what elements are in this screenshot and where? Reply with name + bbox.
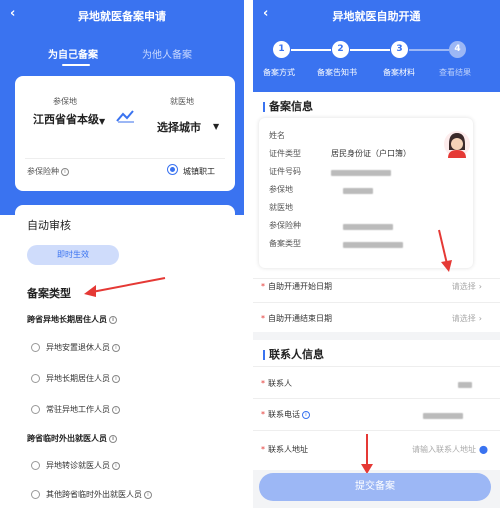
insurance-label: 参保险种 i (27, 166, 69, 177)
info-icon[interactable]: i (109, 434, 117, 443)
tab-self[interactable]: 为自己备案 (48, 46, 98, 61)
info-section: 备案信息 姓名 证件类型 居民身份证（户口簿） 证件号码 参保地 就医地 参保险… (253, 92, 500, 332)
option-long-term-resident[interactable]: 异地长期居住人员 i (31, 373, 120, 384)
contact-section: 联系人信息 * 联系人 * 联系电话 i * 联系人地址 请输入联系人地址 ⬤ (253, 340, 500, 470)
start-date-label: * 自助开通开始日期 (261, 282, 332, 291)
right-screen: ‹ 异地就医自助开通 1 2 3 4 备案方式 备案告知书 备案材料 查看结果 … (253, 0, 500, 508)
red-arrow-annotation (438, 229, 452, 272)
type-card: 自动审核 即时生效 备案类型 跨省异地长期居住人员 i 异地安置退休人员 i 异地长… (15, 205, 235, 508)
info-icon[interactable]: i (112, 374, 120, 383)
step-1: 1 (273, 41, 290, 58)
step-label-4: 查看结果 (439, 68, 471, 77)
masked-value (423, 411, 463, 421)
step-3: 3 (391, 41, 408, 58)
step-4: 4 (449, 41, 466, 58)
option-other-temporary[interactable]: 其他跨省临时外出就医人员 i (31, 489, 152, 500)
info-icon[interactable]: i (112, 405, 120, 414)
group2-title: 跨省临时外出就医人员 i (27, 433, 117, 444)
masked-value (343, 222, 393, 232)
step-label-3: 备案材料 (383, 68, 415, 77)
info-title: 备案信息 (263, 98, 313, 114)
info-label-idno: 证件号码 (269, 167, 301, 176)
contact-title: 联系人信息 (263, 346, 324, 362)
info-label-medical: 就医地 (269, 203, 293, 212)
phone-label: * 联系电话 i (261, 409, 310, 420)
masked-value (331, 168, 391, 178)
medical-place-value[interactable]: 选择城市 (157, 119, 201, 135)
info-icon[interactable]: i (144, 490, 152, 499)
masked-value (343, 186, 373, 196)
divider (253, 366, 500, 367)
chevron-down-icon: ▼ (99, 117, 106, 126)
page-title: 异地就医自助开通 (332, 10, 421, 23)
auto-review-title: 自动审核 (27, 219, 71, 232)
start-date-select[interactable]: 请选择 › (452, 281, 482, 292)
info-icon[interactable]: i (302, 410, 310, 419)
type-title: 备案类型 (27, 287, 71, 300)
red-arrow-annotation (84, 277, 166, 297)
option-referral[interactable]: 异地转诊就医人员 i (31, 460, 120, 471)
step-line (291, 49, 331, 51)
end-date-select[interactable]: 请选择 › (452, 313, 482, 324)
location-pin-icon[interactable]: ⬤ (479, 445, 488, 454)
radio-icon[interactable] (31, 405, 40, 414)
step-label-2: 备案告知书 (317, 68, 357, 77)
address-label: * 联系人地址 (261, 445, 308, 454)
instant-effect-badge: 即时生效 (27, 245, 119, 265)
address-input[interactable]: 请输入联系人地址 ⬤ (412, 444, 488, 455)
masked-value (343, 240, 403, 250)
left-screen: ‹ 异地就医备案申请 为自己备案 为他人备案 参保地 江西省省本级 ▼ 就医地 … (0, 0, 244, 508)
page-title: 异地就医备案申请 (78, 10, 166, 23)
info-label-name: 姓名 (269, 131, 285, 140)
step-line (409, 49, 449, 51)
insured-place-label: 参保地 (53, 97, 77, 106)
info-label-insured: 参保地 (269, 185, 293, 194)
chevron-down-icon: ▼ (213, 122, 220, 131)
info-icon[interactable]: i (61, 167, 69, 176)
info-label-idtype: 证件类型 (269, 149, 301, 158)
step-2: 2 (332, 41, 349, 58)
radio-icon[interactable] (31, 461, 40, 470)
insurance-value: 城镇职工 (183, 167, 215, 176)
step-line (350, 49, 390, 51)
avatar-icon (443, 130, 471, 158)
info-label-insurance: 参保险种 (269, 221, 301, 230)
option-resident-worker[interactable]: 常驻异地工作人员 i (31, 404, 120, 415)
contact-label: * 联系人 (261, 379, 292, 388)
divider (25, 158, 225, 159)
divider (253, 398, 500, 399)
info-label-type: 备案类型 (269, 239, 301, 248)
exchange-icon[interactable] (115, 109, 137, 125)
tab-others[interactable]: 为他人备案 (142, 46, 192, 61)
info-value-idtype: 居民身份证（户口簿） (331, 149, 411, 158)
chevron-right-icon: › (478, 314, 482, 323)
option-relocated-retiree[interactable]: 异地安置退休人员 i (31, 342, 120, 353)
submit-button[interactable]: 提交备案 (259, 473, 491, 501)
end-date-label: * 自助开通结束日期 (261, 314, 332, 323)
divider (253, 278, 500, 279)
info-icon[interactable]: i (112, 461, 120, 470)
chevron-right-icon: › (478, 282, 482, 291)
divider (253, 430, 500, 431)
radio-icon[interactable] (31, 490, 40, 499)
group1-title: 跨省异地长期居住人员 i (27, 314, 117, 325)
masked-value (458, 380, 472, 390)
radio-checked-icon[interactable] (167, 164, 178, 175)
tab-indicator (62, 64, 90, 66)
step-label-1: 备案方式 (263, 68, 295, 77)
radio-icon[interactable] (31, 374, 40, 383)
radio-icon[interactable] (31, 343, 40, 352)
red-arrow-annotation (361, 434, 373, 474)
divider (253, 302, 500, 303)
info-icon[interactable]: i (112, 343, 120, 352)
medical-place-label: 就医地 (170, 97, 194, 106)
info-icon[interactable]: i (109, 315, 117, 324)
place-card: 参保地 江西省省本级 ▼ 就医地 选择城市 ▼ 参保险种 i 城镇职工 (15, 76, 235, 191)
